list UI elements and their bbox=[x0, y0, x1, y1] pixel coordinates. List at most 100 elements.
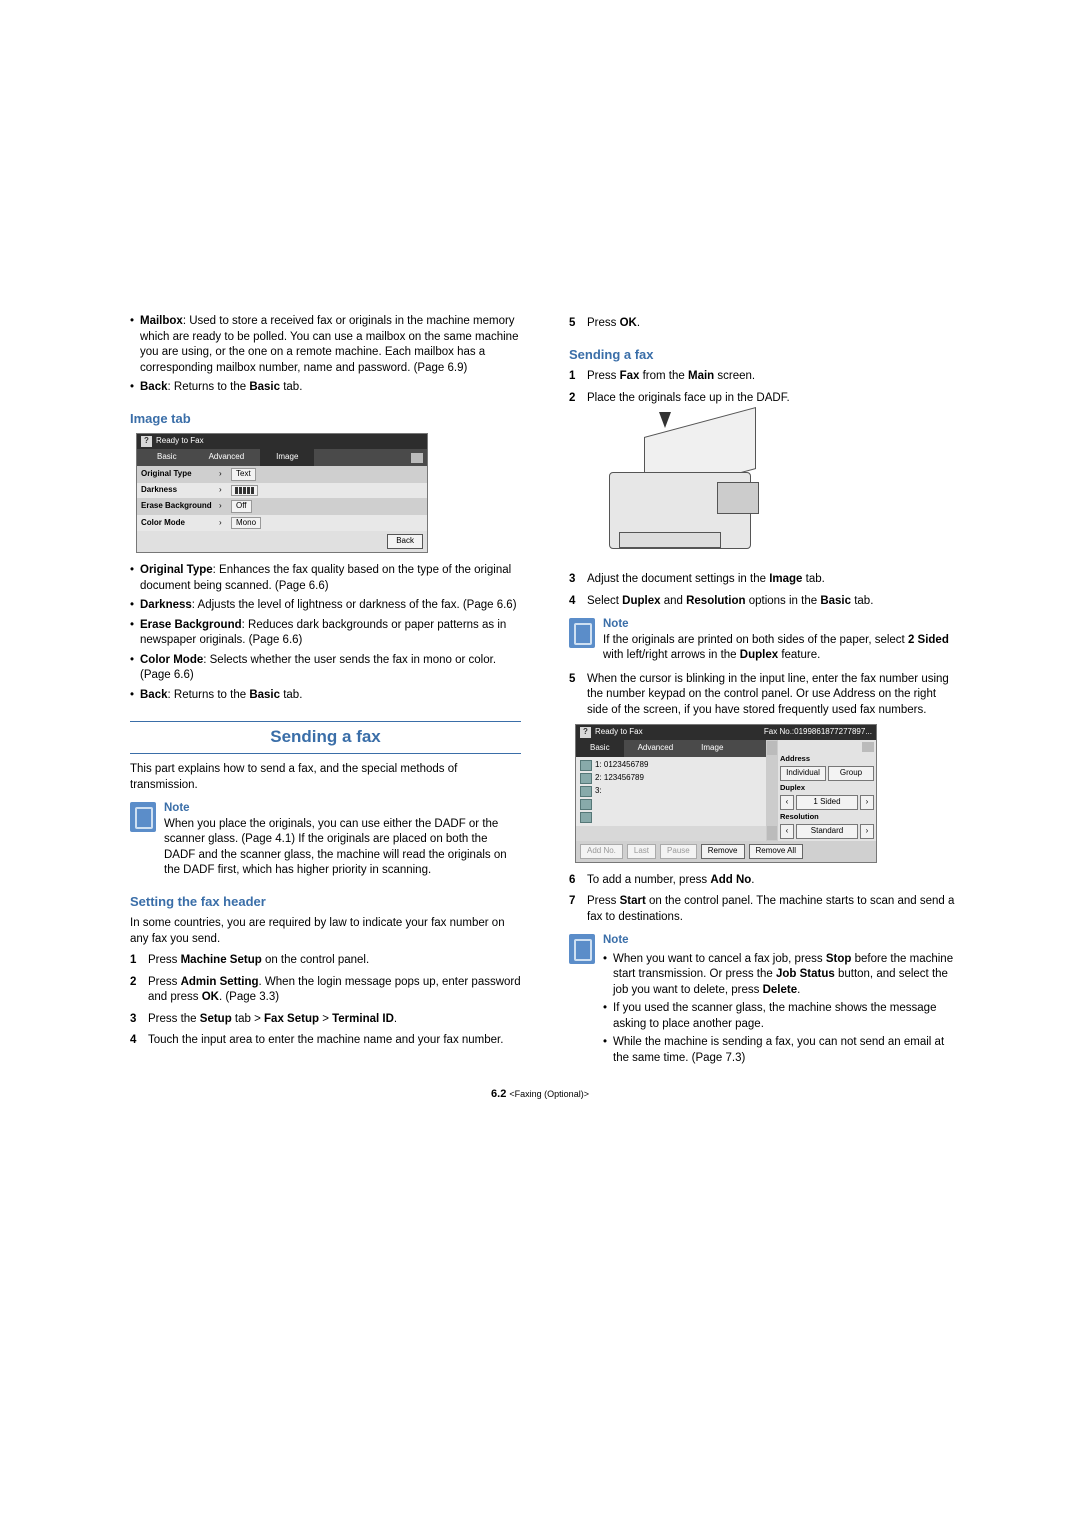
group-button[interactable]: Group bbox=[828, 766, 874, 781]
note-body: Note If the originals are printed on bot… bbox=[603, 617, 960, 664]
row-color-mode: Color Mode › Mono bbox=[137, 515, 427, 532]
setting-fax-header-intro: In some countries, you are required by l… bbox=[130, 916, 521, 947]
home-icon[interactable] bbox=[862, 742, 874, 752]
value[interactable]: Off bbox=[231, 500, 252, 513]
label: Original Type bbox=[141, 469, 215, 480]
sending-steps-6-7: 6To add a number, press Add No. 7Press S… bbox=[569, 873, 960, 926]
image-tab-screenshot: ? Ready to Fax Basic Advanced Image Orig… bbox=[136, 433, 428, 553]
text2: tab. bbox=[280, 381, 302, 393]
row-darkness: Darkness › bbox=[137, 483, 427, 498]
res-right-arrow[interactable]: › bbox=[860, 824, 874, 839]
fax-number-display: Fax No.:0199861877277897... bbox=[764, 727, 872, 738]
image-tab-heading: Image tab bbox=[130, 410, 521, 428]
label: Darkness bbox=[141, 485, 215, 496]
text: : Used to store a received fax or origin… bbox=[140, 315, 518, 374]
note-title: Note bbox=[603, 933, 960, 949]
tab-advanced[interactable]: Advanced bbox=[193, 449, 261, 466]
page: Mailbox: Used to store a received fax or… bbox=[0, 0, 1080, 1527]
removeall-button[interactable]: Remove All bbox=[749, 844, 803, 859]
addno-button[interactable]: Add No. bbox=[580, 844, 623, 859]
footer-section: <Faxing (Optional)> bbox=[509, 1089, 589, 1099]
text: : Returns to the bbox=[168, 381, 250, 393]
scroll-down-icon[interactable] bbox=[767, 826, 777, 840]
list-item[interactable]: 3: bbox=[578, 785, 764, 798]
arrow-down-icon bbox=[659, 412, 671, 428]
image-tab-bullets: Original Type: Enhances the fax quality … bbox=[130, 563, 521, 703]
tab-basic[interactable]: Basic bbox=[141, 449, 193, 466]
step-4: 4Touch the input area to enter the machi… bbox=[130, 1033, 521, 1049]
row-erase-background: Erase Background › Off bbox=[137, 498, 427, 515]
value[interactable]: Text bbox=[231, 468, 256, 481]
note-bullet: When you want to cancel a fax job, press… bbox=[603, 952, 960, 999]
note-icon bbox=[130, 802, 156, 832]
help-icon[interactable]: ? bbox=[141, 436, 152, 447]
individual-button[interactable]: Individual bbox=[780, 766, 826, 781]
step-1: 1Press Fax from the Main screen. bbox=[569, 369, 960, 385]
note-bullet: While the machine is sending a fax, you … bbox=[603, 1035, 960, 1066]
note-icon bbox=[569, 618, 595, 648]
note-title: Note bbox=[603, 617, 960, 633]
tab-basic[interactable]: Basic bbox=[576, 740, 624, 757]
note-icon bbox=[569, 934, 595, 964]
tab-advanced[interactable]: Advanced bbox=[624, 740, 688, 757]
note-body: Note When you place the originals, you c… bbox=[164, 801, 521, 879]
setting-fax-header-heading: Setting the fax header bbox=[130, 893, 521, 911]
pause-button[interactable]: Pause bbox=[660, 844, 697, 859]
step-6: 6To add a number, press Add No. bbox=[569, 873, 960, 889]
ui-titlebar: ? Ready to Fax Fax No.:0199861877277897.… bbox=[576, 725, 876, 740]
left-column: Mailbox: Used to store a received fax or… bbox=[130, 310, 521, 1077]
note-block-1: Note If the originals are printed on bot… bbox=[569, 617, 960, 664]
remove-button[interactable]: Remove bbox=[701, 844, 745, 859]
tab-image[interactable]: Image bbox=[687, 740, 737, 757]
label-duplex: Duplex bbox=[780, 783, 874, 793]
step-2: 2Press Admin Setting. When the login mes… bbox=[130, 975, 521, 1006]
note-title: Note bbox=[164, 801, 521, 817]
darkness-scale[interactable] bbox=[231, 485, 258, 496]
page-footer: 6.2 <Faxing (Optional)> bbox=[0, 1087, 1080, 1102]
step-5: 5Press OK. bbox=[569, 316, 960, 332]
scroll-up-icon[interactable] bbox=[767, 741, 777, 755]
bullet-color-mode: Color Mode: Selects whether the user sen… bbox=[130, 653, 521, 684]
bullet-back: Back: Returns to the Basic tab. bbox=[130, 380, 521, 396]
term: Back bbox=[140, 381, 168, 393]
res-left-arrow[interactable]: ‹ bbox=[780, 824, 794, 839]
continuation-step-5: 5Press OK. bbox=[569, 316, 960, 332]
ui-tabs: Basic Advanced Image bbox=[137, 449, 427, 466]
entry-icon bbox=[580, 786, 592, 797]
duplex-right-arrow[interactable]: › bbox=[860, 795, 874, 810]
ui-title: Ready to Fax bbox=[595, 727, 643, 738]
ui-tabs: Basic Advanced Image bbox=[576, 740, 766, 757]
label-resolution: Resolution bbox=[780, 812, 874, 822]
label: Color Mode bbox=[141, 518, 215, 529]
sending-a-fax-heading: Sending a fax bbox=[569, 346, 960, 364]
two-column-layout: Mailbox: Used to store a received fax or… bbox=[130, 310, 960, 1077]
ui-footer: Back bbox=[137, 531, 427, 552]
chevron-right-icon: › bbox=[219, 501, 227, 512]
ui-titlebar: ? Ready to Fax bbox=[137, 434, 427, 449]
bullet-darkness: Darkness: Adjusts the level of lightness… bbox=[130, 598, 521, 614]
home-icon[interactable] bbox=[411, 453, 423, 463]
last-button[interactable]: Last bbox=[627, 844, 656, 859]
list-item[interactable] bbox=[578, 811, 764, 824]
scrollbar[interactable] bbox=[766, 740, 778, 841]
right-column: 5Press OK. Sending a fax 1Press Fax from… bbox=[569, 310, 960, 1077]
page-number: 6.2 bbox=[491, 1088, 506, 1100]
row-original-type: Original Type › Text bbox=[137, 466, 427, 483]
help-icon[interactable]: ? bbox=[580, 727, 591, 738]
tab-image[interactable]: Image bbox=[260, 449, 314, 466]
note-bullets: When you want to cancel a fax job, press… bbox=[603, 952, 960, 1067]
bullet-mailbox: Mailbox: Used to store a received fax or… bbox=[130, 314, 521, 376]
note-body: Note When you want to cancel a fax job, … bbox=[603, 933, 960, 1069]
list-item[interactable]: 1: 0123456789 bbox=[578, 759, 764, 772]
back-button[interactable]: Back bbox=[387, 534, 423, 549]
duplex-left-arrow[interactable]: ‹ bbox=[780, 795, 794, 810]
sending-steps-b: 3Adjust the document settings in the Ima… bbox=[569, 572, 960, 609]
note-block-2: Note When you want to cancel a fax job, … bbox=[569, 933, 960, 1069]
list-item[interactable]: 2: 123456789 bbox=[578, 772, 764, 785]
list-item[interactable] bbox=[578, 798, 764, 811]
value[interactable]: Mono bbox=[231, 517, 261, 530]
ui-rows: Original Type › Text Darkness › Erase Ba… bbox=[137, 466, 427, 531]
step-3: 3Adjust the document settings in the Ima… bbox=[569, 572, 960, 588]
sending-step-5: 5When the cursor is blinking in the inpu… bbox=[569, 672, 960, 719]
entry-icon bbox=[580, 812, 592, 823]
